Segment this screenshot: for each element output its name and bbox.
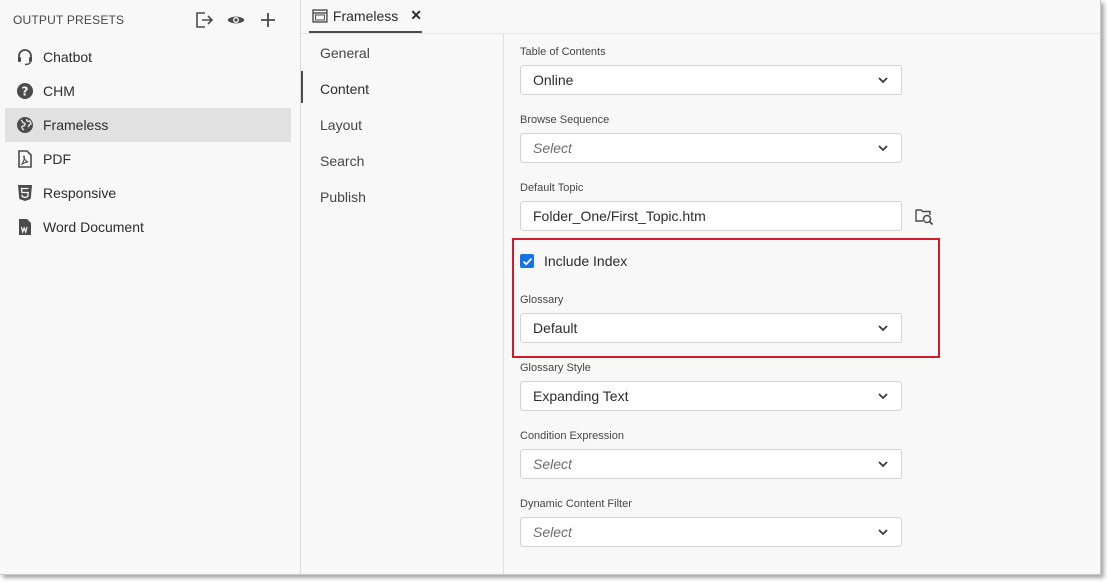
window-icon bbox=[312, 8, 328, 23]
preset-label: Frameless bbox=[43, 117, 109, 133]
include-index-label: Include Index bbox=[544, 253, 628, 269]
active-nav-indicator bbox=[301, 71, 303, 103]
chevron-down-icon bbox=[878, 529, 888, 536]
content-settings-form: Table of Contents Online Browse Sequence… bbox=[504, 34, 1100, 574]
glossary-style-label: Glossary Style bbox=[520, 362, 591, 374]
chevron-down-icon bbox=[878, 77, 888, 84]
default-topic-value: Folder_One/First_Topic.htm bbox=[533, 208, 706, 224]
preset-label: CHM bbox=[43, 83, 75, 99]
globe-icon bbox=[16, 116, 34, 134]
add-icon[interactable] bbox=[258, 10, 278, 30]
html5-icon bbox=[16, 184, 34, 202]
app-window: OUTPUT PRESETS Chatbot ? CHM Frameless P… bbox=[0, 0, 1101, 575]
browse-sequence-value: Select bbox=[533, 140, 572, 156]
close-icon[interactable]: ✕ bbox=[410, 7, 422, 24]
dynamic-content-filter-label: Dynamic Content Filter bbox=[520, 498, 632, 510]
chevron-down-icon bbox=[878, 325, 888, 332]
glossary-style-value: Expanding Text bbox=[533, 388, 629, 404]
default-topic-input[interactable]: Folder_One/First_Topic.htm bbox=[520, 201, 902, 231]
preset-word-document[interactable]: Word Document bbox=[5, 210, 291, 244]
chevron-down-icon bbox=[878, 461, 888, 468]
glossary-value: Default bbox=[533, 320, 578, 336]
panel-title: OUTPUT PRESETS bbox=[13, 13, 125, 27]
toc-select[interactable]: Online bbox=[520, 65, 902, 95]
preset-label: PDF bbox=[43, 151, 71, 167]
preset-label: Responsive bbox=[43, 185, 117, 201]
preview-eye-icon[interactable] bbox=[226, 10, 246, 30]
preset-label: Word Document bbox=[43, 219, 144, 235]
output-presets-panel: OUTPUT PRESETS Chatbot ? CHM Frameless P… bbox=[0, 0, 301, 574]
section-nav: General Content Layout Search Publish bbox=[301, 34, 504, 574]
chevron-down-icon bbox=[878, 145, 888, 152]
browse-sequence-select[interactable]: Select bbox=[520, 133, 902, 163]
headset-icon bbox=[16, 48, 34, 66]
preset-chm[interactable]: ? CHM bbox=[5, 74, 291, 108]
pdf-icon bbox=[16, 150, 34, 168]
chevron-down-icon bbox=[878, 393, 888, 400]
include-index-checkbox[interactable] bbox=[520, 254, 534, 268]
dynamic-content-filter-value: Select bbox=[533, 524, 572, 540]
editor-tab-bar: Frameless ✕ bbox=[301, 0, 1100, 34]
glossary-style-select[interactable]: Expanding Text bbox=[520, 381, 902, 411]
condition-expression-value: Select bbox=[533, 456, 572, 472]
help-circle-icon: ? bbox=[16, 82, 34, 100]
nav-layout[interactable]: Layout bbox=[320, 117, 362, 133]
tab-frameless[interactable]: Frameless ✕ bbox=[309, 0, 422, 33]
export-icon[interactable] bbox=[194, 10, 214, 30]
glossary-select[interactable]: Default bbox=[520, 313, 902, 343]
glossary-label: Glossary bbox=[520, 294, 564, 306]
toc-value: Online bbox=[533, 72, 574, 88]
preset-chatbot[interactable]: Chatbot bbox=[5, 40, 291, 74]
condition-expression-select[interactable]: Select bbox=[520, 449, 902, 479]
preset-label: Chatbot bbox=[43, 49, 93, 65]
browse-file-icon[interactable] bbox=[914, 206, 934, 226]
preset-responsive[interactable]: Responsive bbox=[5, 176, 291, 210]
condition-expression-label: Condition Expression bbox=[520, 430, 624, 442]
toc-label: Table of Contents bbox=[520, 46, 606, 58]
preset-frameless[interactable]: Frameless bbox=[5, 108, 291, 142]
checkmark-icon bbox=[522, 257, 532, 265]
word-doc-icon bbox=[16, 218, 34, 236]
svg-text:?: ? bbox=[22, 85, 29, 99]
default-topic-label: Default Topic bbox=[520, 182, 584, 194]
nav-publish[interactable]: Publish bbox=[320, 189, 366, 205]
browse-sequence-label: Browse Sequence bbox=[520, 114, 610, 126]
preset-pdf[interactable]: PDF bbox=[5, 142, 291, 176]
nav-content[interactable]: Content bbox=[320, 81, 369, 97]
nav-general[interactable]: General bbox=[320, 45, 370, 61]
dynamic-content-filter-select[interactable]: Select bbox=[520, 517, 902, 547]
tab-label: Frameless bbox=[332, 7, 399, 24]
nav-search[interactable]: Search bbox=[320, 153, 364, 169]
